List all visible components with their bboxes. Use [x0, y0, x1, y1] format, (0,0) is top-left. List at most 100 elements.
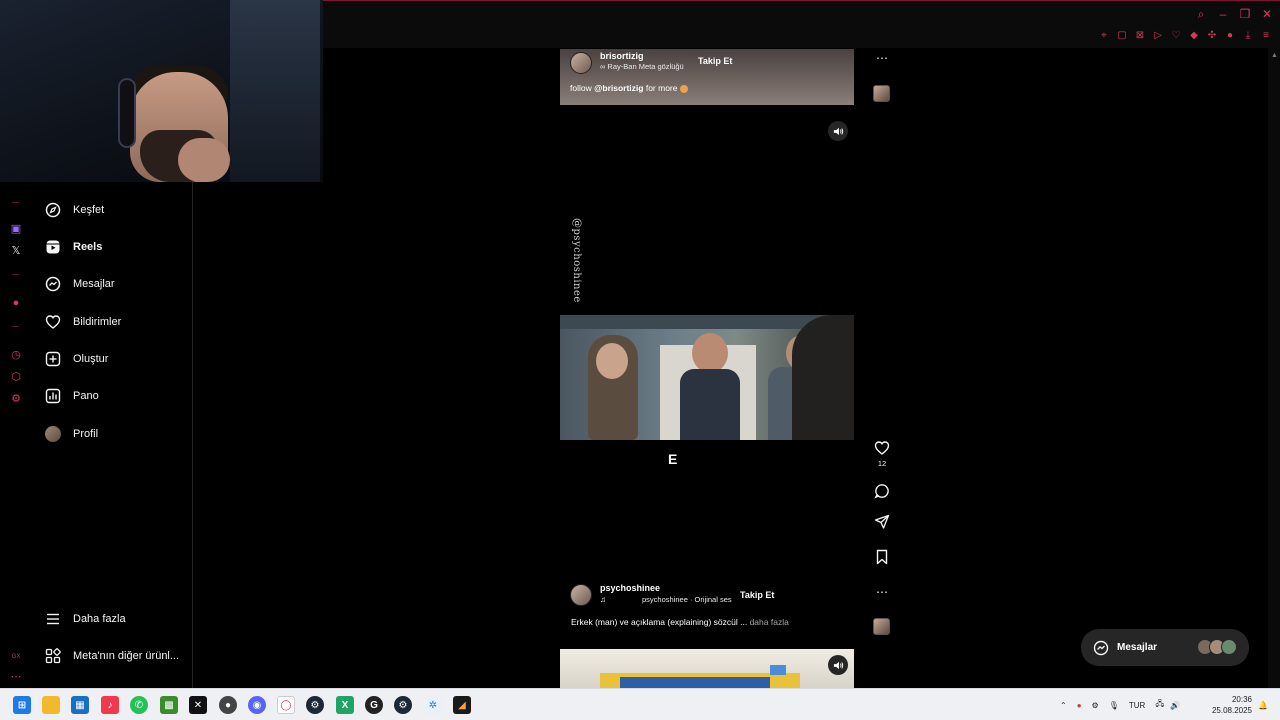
- volume-icon[interactable]: 🔊: [1170, 701, 1180, 710]
- minecraft-icon[interactable]: ▩: [160, 696, 178, 714]
- reel-video[interactable]: [560, 315, 854, 440]
- capcut-icon[interactable]: ✕: [189, 696, 207, 714]
- nav-more[interactable]: Daha fazla: [44, 607, 126, 631]
- heart-icon: [874, 441, 890, 455]
- notification-icon[interactable]: 🔔: [1258, 701, 1268, 710]
- reel-username[interactable]: psychoshinee: [600, 583, 660, 593]
- close-icon[interactable]: ✕: [1260, 7, 1274, 21]
- snapshot-icon[interactable]: ▢: [1116, 30, 1128, 42]
- hamburger-icon: [44, 610, 62, 628]
- app-icon[interactable]: ●: [219, 696, 237, 714]
- plus-square-icon: [44, 350, 62, 368]
- bookmark-icon: [876, 549, 888, 565]
- more-rail-icon[interactable]: ⋯: [9, 670, 23, 684]
- caption-handle[interactable]: @brisortizig: [594, 83, 643, 93]
- volume-button[interactable]: [828, 655, 848, 675]
- mic-icon[interactable]: 🎙: [1109, 701, 1119, 710]
- comment-button[interactable]: [872, 481, 892, 501]
- discord-icon[interactable]: ◉: [248, 696, 266, 714]
- reel-subline[interactable]: ∞ Ray-Ban Meta gözlüğü: [600, 62, 684, 71]
- nav-reels[interactable]: Reels: [44, 235, 102, 259]
- messages-pill[interactable]: Mesajlar: [1081, 629, 1249, 666]
- excel-icon[interactable]: X: [336, 696, 354, 714]
- record-icon[interactable]: ●: [9, 296, 23, 310]
- more-options-icon[interactable]: ⋯: [872, 48, 892, 68]
- music-note-icon: ♫: [600, 595, 606, 604]
- volume-button[interactable]: [828, 121, 848, 141]
- extension-badge-icon[interactable]: ◆: [1188, 30, 1200, 42]
- page-scrollbar[interactable]: ▲: [1268, 48, 1280, 688]
- whatsapp-icon[interactable]: ✆: [130, 696, 148, 714]
- messenger-icon: [44, 275, 62, 293]
- avatar: [45, 426, 61, 442]
- store-icon[interactable]: ▦: [71, 696, 89, 714]
- video-watermark: @psychoshinee: [571, 218, 582, 303]
- music-app-icon[interactable]: ♪: [101, 696, 119, 714]
- tray-app-icon[interactable]: ●: [1077, 701, 1082, 710]
- reel-audio[interactable]: psychoshinee · Orijinal ses: [642, 595, 732, 604]
- windows-start-icon[interactable]: ⊞: [13, 696, 31, 714]
- recent-contacts: [1197, 639, 1237, 655]
- settings-icon[interactable]: ✲: [424, 696, 442, 714]
- heart-icon[interactable]: ♡: [1170, 30, 1182, 42]
- caption-more-link[interactable]: daha fazla: [750, 617, 789, 627]
- reel-card[interactable]: [560, 649, 854, 688]
- avatar[interactable]: [570, 584, 592, 606]
- nav-profile[interactable]: Profil: [44, 422, 98, 446]
- nav-meta-products[interactable]: Meta'nın diğer ürünl...: [44, 644, 179, 668]
- reel-caption: follow @brisortizig for more: [570, 83, 688, 93]
- avatar[interactable]: [570, 52, 592, 74]
- menu-icon[interactable]: ≡: [1260, 30, 1272, 42]
- tray-expand-icon[interactable]: ⌃: [1060, 701, 1067, 710]
- audio-thumbnail[interactable]: [873, 85, 890, 102]
- nav-dashboard[interactable]: Pano: [44, 384, 99, 408]
- puzzle-icon[interactable]: ✣: [1206, 30, 1218, 42]
- comment-icon: [874, 484, 889, 499]
- share-button[interactable]: [872, 512, 892, 532]
- nav-messages[interactable]: Mesajlar: [44, 272, 115, 296]
- reel-username[interactable]: brisortizig: [600, 51, 644, 61]
- twitch-icon[interactable]: ▣: [9, 222, 23, 236]
- extensions-icon[interactable]: ⬡: [9, 370, 23, 384]
- file-explorer-icon[interactable]: [42, 696, 60, 714]
- speaker-icon: [833, 127, 843, 135]
- follow-button[interactable]: Takip Et: [740, 590, 774, 600]
- language-indicator[interactable]: TUR: [1129, 701, 1145, 710]
- steam-icon[interactable]: ⚙: [306, 696, 324, 714]
- settings-icon[interactable]: ⚙: [9, 392, 23, 406]
- shield-icon[interactable]: ⊠: [1134, 30, 1146, 42]
- app-g-icon[interactable]: G: [365, 696, 383, 714]
- gx-icon[interactable]: GX: [9, 650, 23, 664]
- meta-apps-icon: [44, 647, 62, 665]
- play-icon[interactable]: ▷: [1152, 30, 1164, 42]
- nav-label: Pano: [73, 390, 99, 402]
- avatar: [1221, 639, 1237, 655]
- tray-steam-icon[interactable]: ⚙: [1092, 701, 1099, 710]
- nav-create[interactable]: Oluştur: [44, 347, 108, 371]
- opera-gx-icon[interactable]: ◯: [277, 696, 295, 714]
- reel-card[interactable]: brisortizig ∞ Ray-Ban Meta gözlüğü Takip…: [560, 49, 854, 105]
- download-icon[interactable]: ⤓: [1242, 30, 1254, 42]
- taskbar-clock[interactable]: 20:36 25.08.2025: [1212, 694, 1252, 716]
- nav-label: Keşfet: [73, 204, 105, 216]
- windows-taskbar: ⊞ ▦ ♪ ✆ ▩ ✕ ● ◉ ◯ ⚙ X G ⚙ ✲ ◢ ⌃ ● ⚙ 🎙 TU…: [0, 688, 1280, 720]
- steam-icon[interactable]: ⚙: [394, 696, 412, 714]
- browser-toolbar: ⌖ ▢ ⊠ ▷ ♡ ◆ ✣ ● ⤓ ≡: [1098, 30, 1272, 42]
- nav-explore[interactable]: Keşfet: [44, 198, 104, 222]
- follow-button[interactable]: Takip Et: [698, 56, 732, 66]
- editor-icon[interactable]: ◢: [453, 696, 471, 714]
- like-button[interactable]: [872, 438, 892, 458]
- search-icon[interactable]: ⌕: [1194, 7, 1208, 21]
- save-button[interactable]: [872, 547, 892, 567]
- minimize-icon[interactable]: –: [1216, 7, 1230, 21]
- network-icon[interactable]: 🖧: [1155, 698, 1164, 712]
- history-icon[interactable]: ◷: [9, 348, 23, 362]
- x-icon[interactable]: 𝕏: [9, 244, 23, 258]
- more-options-icon[interactable]: ⋯: [872, 582, 892, 602]
- restore-icon[interactable]: ❐: [1238, 7, 1252, 21]
- audio-thumbnail[interactable]: [873, 618, 890, 635]
- pin-icon[interactable]: ⌖: [1098, 30, 1110, 42]
- scroll-up-icon[interactable]: ▲: [1271, 52, 1278, 59]
- profile-icon[interactable]: ●: [1224, 30, 1236, 42]
- nav-notifications[interactable]: Bildirimler: [44, 310, 121, 334]
